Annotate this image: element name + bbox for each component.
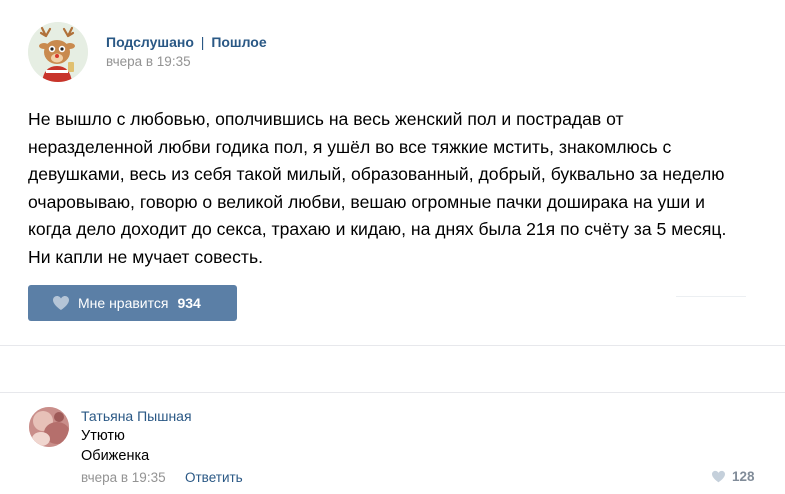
like-button[interactable]: Мне нравится 934 (28, 285, 237, 321)
community-avatar[interactable] (28, 22, 88, 82)
author-name[interactable]: Подслушано (106, 34, 194, 50)
post-text: Не вышло с любовью, ополчившись на весь … (28, 106, 763, 271)
comment-text-line: Утютю (81, 428, 125, 444)
heart-icon (52, 295, 70, 311)
comment-author[interactable]: Татьяна Пышная (81, 408, 192, 424)
avatar-photo-icon (29, 407, 69, 447)
reply-button[interactable]: Ответить (185, 470, 243, 485)
deer-avatar-icon (28, 22, 88, 82)
commenter-avatar[interactable] (29, 407, 69, 447)
post-text-line: неразделенной любви годика пол, я ушёл в… (28, 136, 672, 157)
community-name[interactable]: Подслушано | Пошлое (106, 34, 267, 50)
comment-like-button[interactable]: 128 (711, 469, 755, 484)
divider (0, 392, 785, 393)
comment-timestamp[interactable]: вчера в 19:35 (81, 470, 166, 485)
heart-icon (711, 470, 726, 483)
post-text-line: девушками, весь из себя такой милый, обр… (28, 164, 725, 184)
author-subname[interactable]: Пошлое (211, 34, 266, 50)
like-count: 934 (177, 295, 201, 311)
spacer (0, 346, 785, 392)
comment-text-line: Обиженка (81, 448, 150, 464)
author-separator: | (200, 34, 205, 50)
post-card: Подслушано | Пошлое вчера в 19:35 Не выш… (0, 0, 785, 345)
post-text-line: очаровываю, говорю о великой любви, веша… (28, 191, 705, 212)
like-label: Мне нравится (78, 295, 169, 311)
post-timestamp[interactable]: вчера в 19:35 (106, 54, 191, 69)
post-text-line: Не вышло с любовью, ополчившись на весь … (28, 109, 624, 129)
post-text-line: когда дело доходит до секса, трахаю и ки… (28, 219, 727, 239)
post-text-line: Ни капли не мучает совесть. (28, 246, 263, 267)
comment-like-count: 128 (732, 469, 755, 484)
divider-line (676, 296, 746, 297)
